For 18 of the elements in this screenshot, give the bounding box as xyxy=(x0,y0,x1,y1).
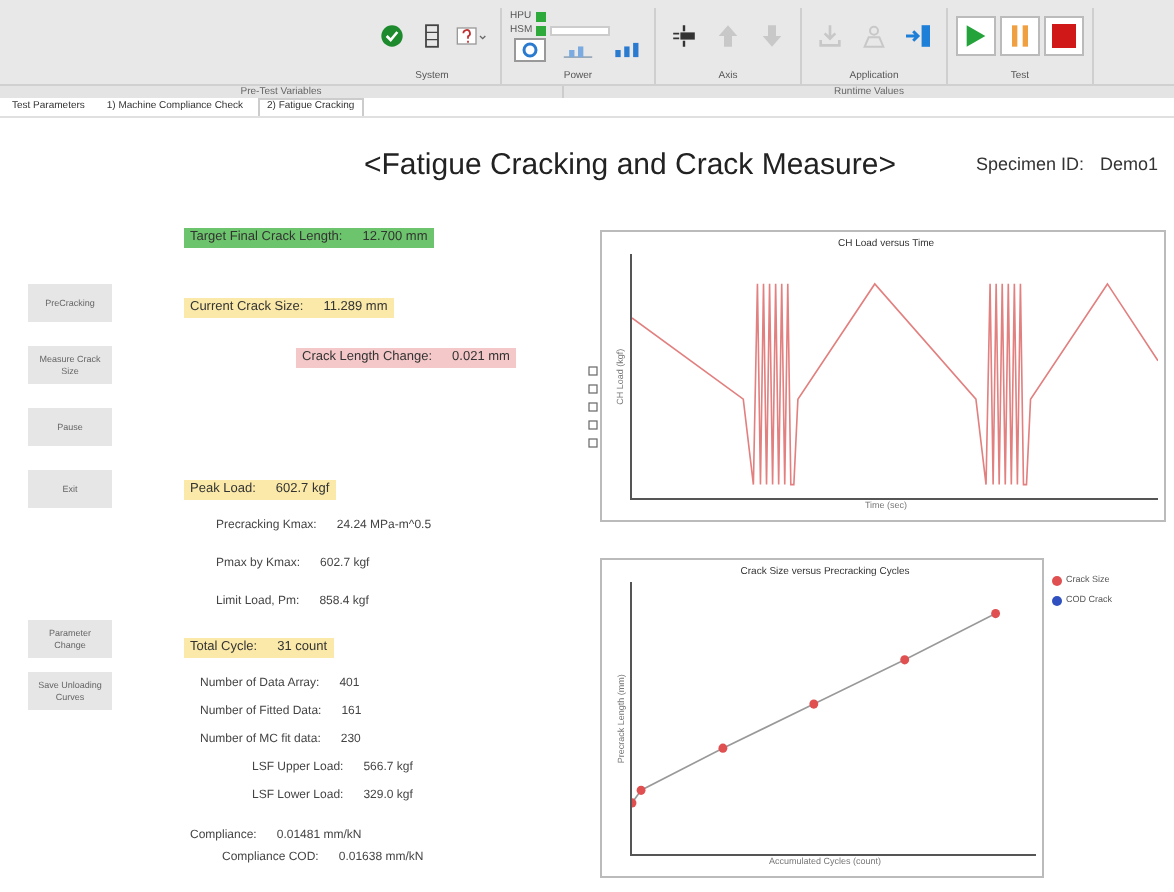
signal-icon xyxy=(610,40,642,60)
person-icon xyxy=(858,24,890,48)
stop-icon xyxy=(1050,24,1078,48)
help-dropdown-icon xyxy=(456,24,488,48)
enter-icon xyxy=(902,24,934,48)
pause-icon xyxy=(1006,24,1034,48)
specimen-label: Specimen ID: xyxy=(975,152,1084,179)
specimen-value: Demo1 xyxy=(1100,152,1159,179)
play-icon xyxy=(962,24,990,48)
play-button[interactable] xyxy=(956,16,996,56)
page-title: <Fatigue Cracking and Crack Measure> xyxy=(364,145,896,186)
level-icon xyxy=(668,24,700,48)
signal-icon xyxy=(562,40,594,60)
level-meter xyxy=(550,25,611,35)
film-icon xyxy=(420,24,444,48)
stop-button[interactable] xyxy=(1044,16,1084,56)
check-circle-icon xyxy=(376,24,408,48)
download-tray-icon xyxy=(814,24,846,48)
